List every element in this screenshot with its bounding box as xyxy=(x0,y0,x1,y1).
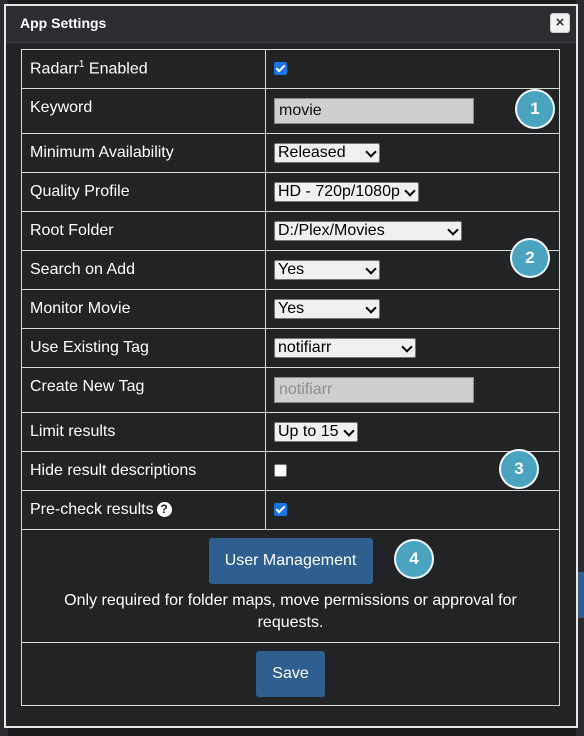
chevron-down-icon xyxy=(447,224,459,236)
minimum-availability-label: Minimum Availability xyxy=(21,133,266,173)
chevron-down-icon xyxy=(365,263,377,275)
user-management-note: Only required for folder maps, move perm… xyxy=(64,592,517,631)
root-folder-select[interactable]: D:/Plex/Movies xyxy=(274,221,462,241)
row-quality-profile: Quality Profile HD - 720p/1080p xyxy=(21,172,560,212)
monitor-movie-select[interactable]: Yes xyxy=(274,299,380,319)
root-folder-label: Root Folder xyxy=(21,211,266,251)
row-precheck-results: Pre-check results? xyxy=(21,490,560,530)
app-settings-dialog: App Settings × Radarr1 Enabled Keyword m… xyxy=(4,4,578,728)
row-user-management: User Management Only required for folder… xyxy=(21,529,560,643)
chevron-down-icon xyxy=(404,185,416,197)
keyword-input[interactable]: movie xyxy=(274,98,474,124)
chevron-down-icon xyxy=(343,425,355,437)
precheck-results-checkbox[interactable] xyxy=(274,503,287,517)
save-button[interactable]: Save xyxy=(256,651,325,697)
settings-table: Radarr1 Enabled Keyword movie Minimum Av… xyxy=(21,49,560,706)
precheck-results-label: Pre-check results? xyxy=(21,490,266,530)
row-hide-descriptions: Hide result descriptions xyxy=(21,451,560,491)
row-use-existing-tag: Use Existing Tag notifiarr xyxy=(21,328,560,368)
hide-descriptions-label: Hide result descriptions xyxy=(21,451,266,491)
radarr-enabled-label: Radarr1 Enabled xyxy=(21,49,266,89)
dialog-titlebar: App Settings × xyxy=(6,6,576,43)
chevron-down-icon xyxy=(365,146,377,158)
callout-marker-1: 1 xyxy=(515,89,555,129)
limit-results-label: Limit results xyxy=(21,412,266,452)
close-icon: × xyxy=(555,14,565,31)
row-limit-results: Limit results Up to 15 xyxy=(21,412,560,452)
callout-marker-4: 4 xyxy=(394,539,434,579)
close-button[interactable]: × xyxy=(550,13,570,33)
use-existing-tag-label: Use Existing Tag xyxy=(21,328,266,368)
question-circle-icon[interactable]: ? xyxy=(156,502,172,518)
quality-profile-select[interactable]: HD - 720p/1080p xyxy=(274,182,419,202)
row-keyword: Keyword movie xyxy=(21,88,560,134)
row-minimum-availability: Minimum Availability Released xyxy=(21,133,560,173)
dialog-title: App Settings xyxy=(20,15,107,31)
chevron-down-icon xyxy=(365,302,377,314)
chevron-down-icon xyxy=(401,341,413,353)
row-search-on-add: Search on Add Yes xyxy=(21,250,560,290)
callout-marker-3: 3 xyxy=(499,449,539,489)
radarr-enabled-checkbox[interactable] xyxy=(274,62,287,76)
row-radarr-enabled: Radarr1 Enabled xyxy=(21,49,560,89)
search-on-add-label: Search on Add xyxy=(21,250,266,290)
create-new-tag-label: Create New Tag xyxy=(21,367,266,413)
row-root-folder: Root Folder D:/Plex/Movies xyxy=(21,211,560,251)
row-save: Save xyxy=(21,642,560,706)
use-existing-tag-select[interactable]: notifiarr xyxy=(274,338,416,358)
search-on-add-select[interactable]: Yes xyxy=(274,260,380,280)
keyword-label: Keyword xyxy=(21,88,266,134)
create-new-tag-input[interactable]: notifiarr xyxy=(274,377,474,403)
row-monitor-movie: Monitor Movie Yes xyxy=(21,289,560,329)
user-management-button[interactable]: User Management xyxy=(208,538,373,584)
row-create-new-tag: Create New Tag notifiarr xyxy=(21,367,560,413)
monitor-movie-label: Monitor Movie xyxy=(21,289,266,329)
callout-marker-2: 2 xyxy=(510,238,550,278)
limit-results-select[interactable]: Up to 15 xyxy=(274,422,358,442)
quality-profile-label: Quality Profile xyxy=(21,172,266,212)
minimum-availability-select[interactable]: Released xyxy=(274,143,380,163)
hide-descriptions-checkbox[interactable] xyxy=(274,464,287,478)
